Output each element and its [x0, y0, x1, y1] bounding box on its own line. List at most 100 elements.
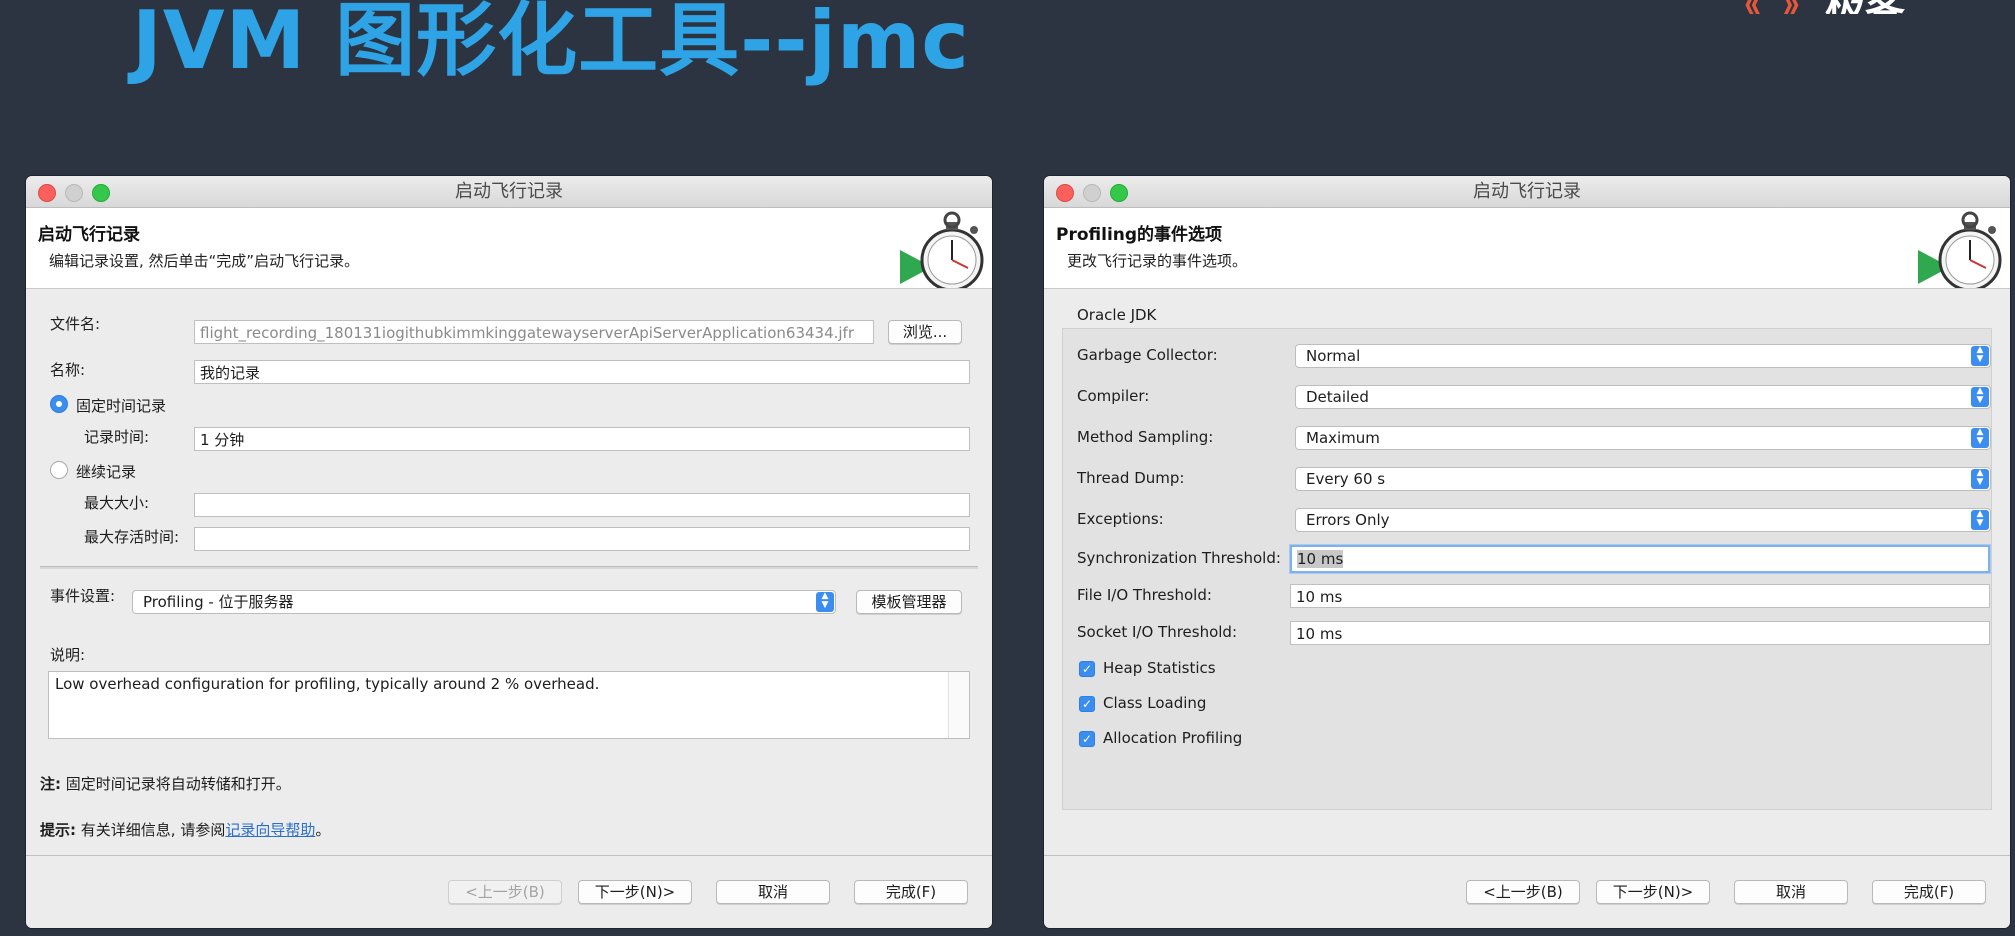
window-titlebar[interactable]: 启动飞行记录 [26, 176, 992, 208]
heap-statistics-checkbox[interactable]: ✓ [1079, 661, 1095, 677]
fixed-time-radio-label: 固定时间记录 [76, 397, 167, 415]
zoom-window-button[interactable] [92, 184, 110, 202]
finish-button[interactable]: 完成(F) [1872, 880, 1986, 904]
minimize-window-button[interactable] [65, 184, 83, 202]
cancel-button[interactable]: 取消 [1734, 880, 1848, 904]
heap-statistics-label: Heap Statistics [1103, 659, 1216, 677]
name-label: 名称: [50, 361, 86, 379]
wizard-footer: <上一步(B) 下一步(N)> 取消 完成(F) [26, 855, 992, 928]
logo-mark: 《 》 [1725, 0, 1819, 14]
garbage-collector-select[interactable]: Normal ▲ ▼ [1295, 344, 1991, 368]
select-stepper-icon: ▲ ▼ [1971, 387, 1989, 407]
thread-dump-label: Thread Dump: [1077, 469, 1185, 487]
compiler-value: Detailed [1306, 388, 1369, 406]
slide-title: JVM 图形化工具--jmc [132, 0, 970, 87]
sync-threshold-label: Synchronization Threshold: [1077, 549, 1281, 567]
select-stepper-icon: ▲ ▼ [816, 592, 834, 612]
wizard-header-subtitle: 更改飞行记录的事件选项。 [1067, 252, 1248, 270]
oracle-jdk-group-label: Oracle JDK [1077, 306, 1157, 324]
name-field[interactable]: 我的记录 [194, 360, 970, 384]
corner-logo: 《 》 极客 [1725, 0, 2015, 14]
class-loading-label: Class Loading [1103, 694, 1207, 712]
select-stepper-icon: ▲ ▼ [1971, 469, 1989, 489]
stopwatch-icon [900, 211, 984, 288]
method-sampling-value: Maximum [1306, 429, 1380, 447]
thread-dump-select[interactable]: Every 60 s ▲ ▼ [1295, 467, 1991, 491]
description-label: 说明: [50, 646, 86, 664]
garbage-collector-value: Normal [1306, 347, 1361, 365]
description-text: Low overhead configuration for profiling… [55, 675, 600, 693]
exceptions-value: Errors Only [1306, 511, 1390, 529]
filename-field[interactable]: flight_recording_180131iogithubkimmkingg… [194, 320, 874, 344]
event-settings-select[interactable]: Profiling - 位于服务器 ▲ ▼ [132, 590, 836, 614]
max-age-field[interactable] [194, 527, 970, 551]
garbage-collector-label: Garbage Collector: [1077, 346, 1218, 364]
start-flight-recording-window: 启动飞行记录 启动飞行记录 编辑记录设置, 然后单击“完成”启动飞行记录。 文件… [26, 176, 992, 928]
stopwatch-icon [1918, 211, 2002, 288]
window-title: 启动飞行记录 [1473, 181, 1581, 202]
method-sampling-select[interactable]: Maximum ▲ ▼ [1295, 426, 1991, 450]
window-title: 启动飞行记录 [455, 181, 563, 202]
window-titlebar[interactable]: 启动飞行记录 [1044, 176, 2010, 208]
thread-dump-value: Every 60 s [1306, 470, 1386, 488]
cancel-button[interactable]: 取消 [716, 880, 830, 904]
template-manager-button[interactable]: 模板管理器 [856, 590, 962, 614]
max-size-field[interactable] [194, 493, 970, 517]
zoom-window-button[interactable] [1110, 184, 1128, 202]
max-age-label: 最大存活时间: [84, 528, 180, 546]
recording-wizard-help-link[interactable]: 记录向导帮助 [225, 821, 315, 839]
wizard-header-subtitle: 编辑记录设置, 然后单击“完成”启动飞行记录。 [49, 252, 360, 270]
record-time-field[interactable]: 1 分钟 [194, 427, 970, 451]
hint-prefix: 提示: [40, 821, 76, 839]
file-io-threshold-field[interactable]: 10 ms [1290, 584, 1990, 608]
hint-suffix: 。 [315, 821, 331, 839]
note-line: 注: 固定时间记录将自动转储和打开。 [40, 773, 291, 794]
wizard-header: 启动飞行记录 编辑记录设置, 然后单击“完成”启动飞行记录。 [26, 208, 992, 289]
wizard-footer: <上一步(B) 下一步(N)> 取消 完成(F) [1044, 855, 2010, 928]
continuous-radio-label: 继续记录 [76, 463, 137, 481]
section-divider [40, 566, 978, 569]
select-stepper-icon: ▲ ▼ [1971, 346, 1989, 366]
exceptions-label: Exceptions: [1077, 510, 1164, 528]
record-time-label: 记录时间: [84, 428, 150, 446]
method-sampling-label: Method Sampling: [1077, 428, 1214, 446]
next-button[interactable]: 下一步(N)> [1596, 880, 1710, 904]
wizard-header-title: 启动飞行记录 [38, 225, 140, 245]
profiling-event-options-window: 启动飞行记录 Profiling的事件选项 更改飞行记录的事件选项。 Oracl… [1044, 176, 2010, 928]
minimize-window-button[interactable] [1083, 184, 1101, 202]
allocation-profiling-label: Allocation Profiling [1103, 729, 1243, 747]
event-settings-value: Profiling - 位于服务器 [143, 593, 294, 611]
hint-text: 有关详细信息, 请参阅 [80, 821, 226, 839]
hint-line: 提示: 有关详细信息, 请参阅记录向导帮助。 [40, 819, 330, 840]
sync-threshold-value: 10 ms [1297, 550, 1344, 568]
compiler-select[interactable]: Detailed ▲ ▼ [1295, 385, 1991, 409]
close-window-button[interactable] [38, 184, 56, 202]
socket-io-threshold-field[interactable]: 10 ms [1290, 621, 1990, 645]
back-button[interactable]: <上一步(B) [448, 880, 562, 904]
note-prefix: 注: [40, 775, 61, 793]
sync-threshold-field[interactable]: 10 ms [1290, 545, 1990, 573]
finish-button[interactable]: 完成(F) [854, 880, 968, 904]
description-box[interactable]: Low overhead configuration for profiling… [48, 671, 970, 739]
file-io-threshold-label: File I/O Threshold: [1077, 586, 1212, 604]
back-button[interactable]: <上一步(B) [1466, 880, 1580, 904]
class-loading-checkbox[interactable]: ✓ [1079, 696, 1095, 712]
continuous-radio[interactable] [50, 461, 68, 479]
max-size-label: 最大大小: [84, 494, 150, 512]
description-scrollbar[interactable] [948, 672, 969, 738]
close-window-button[interactable] [1056, 184, 1074, 202]
select-stepper-icon: ▲ ▼ [1971, 510, 1989, 530]
event-settings-label: 事件设置: [50, 587, 116, 605]
socket-io-threshold-label: Socket I/O Threshold: [1077, 623, 1238, 641]
exceptions-select[interactable]: Errors Only ▲ ▼ [1295, 508, 1991, 532]
filename-label: 文件名: [50, 315, 101, 333]
wizard-header-title: Profiling的事件选项 [1056, 225, 1223, 245]
wizard-header: Profiling的事件选项 更改飞行记录的事件选项。 [1044, 208, 2010, 289]
compiler-label: Compiler: [1077, 387, 1150, 405]
allocation-profiling-checkbox[interactable]: ✓ [1079, 731, 1095, 747]
browse-button[interactable]: 浏览... [888, 320, 962, 344]
next-button[interactable]: 下一步(N)> [578, 880, 692, 904]
fixed-time-radio[interactable] [50, 395, 68, 413]
note-text: 固定时间记录将自动转储和打开。 [65, 775, 291, 793]
logo-mark-white: 极客 [1825, 0, 1905, 14]
